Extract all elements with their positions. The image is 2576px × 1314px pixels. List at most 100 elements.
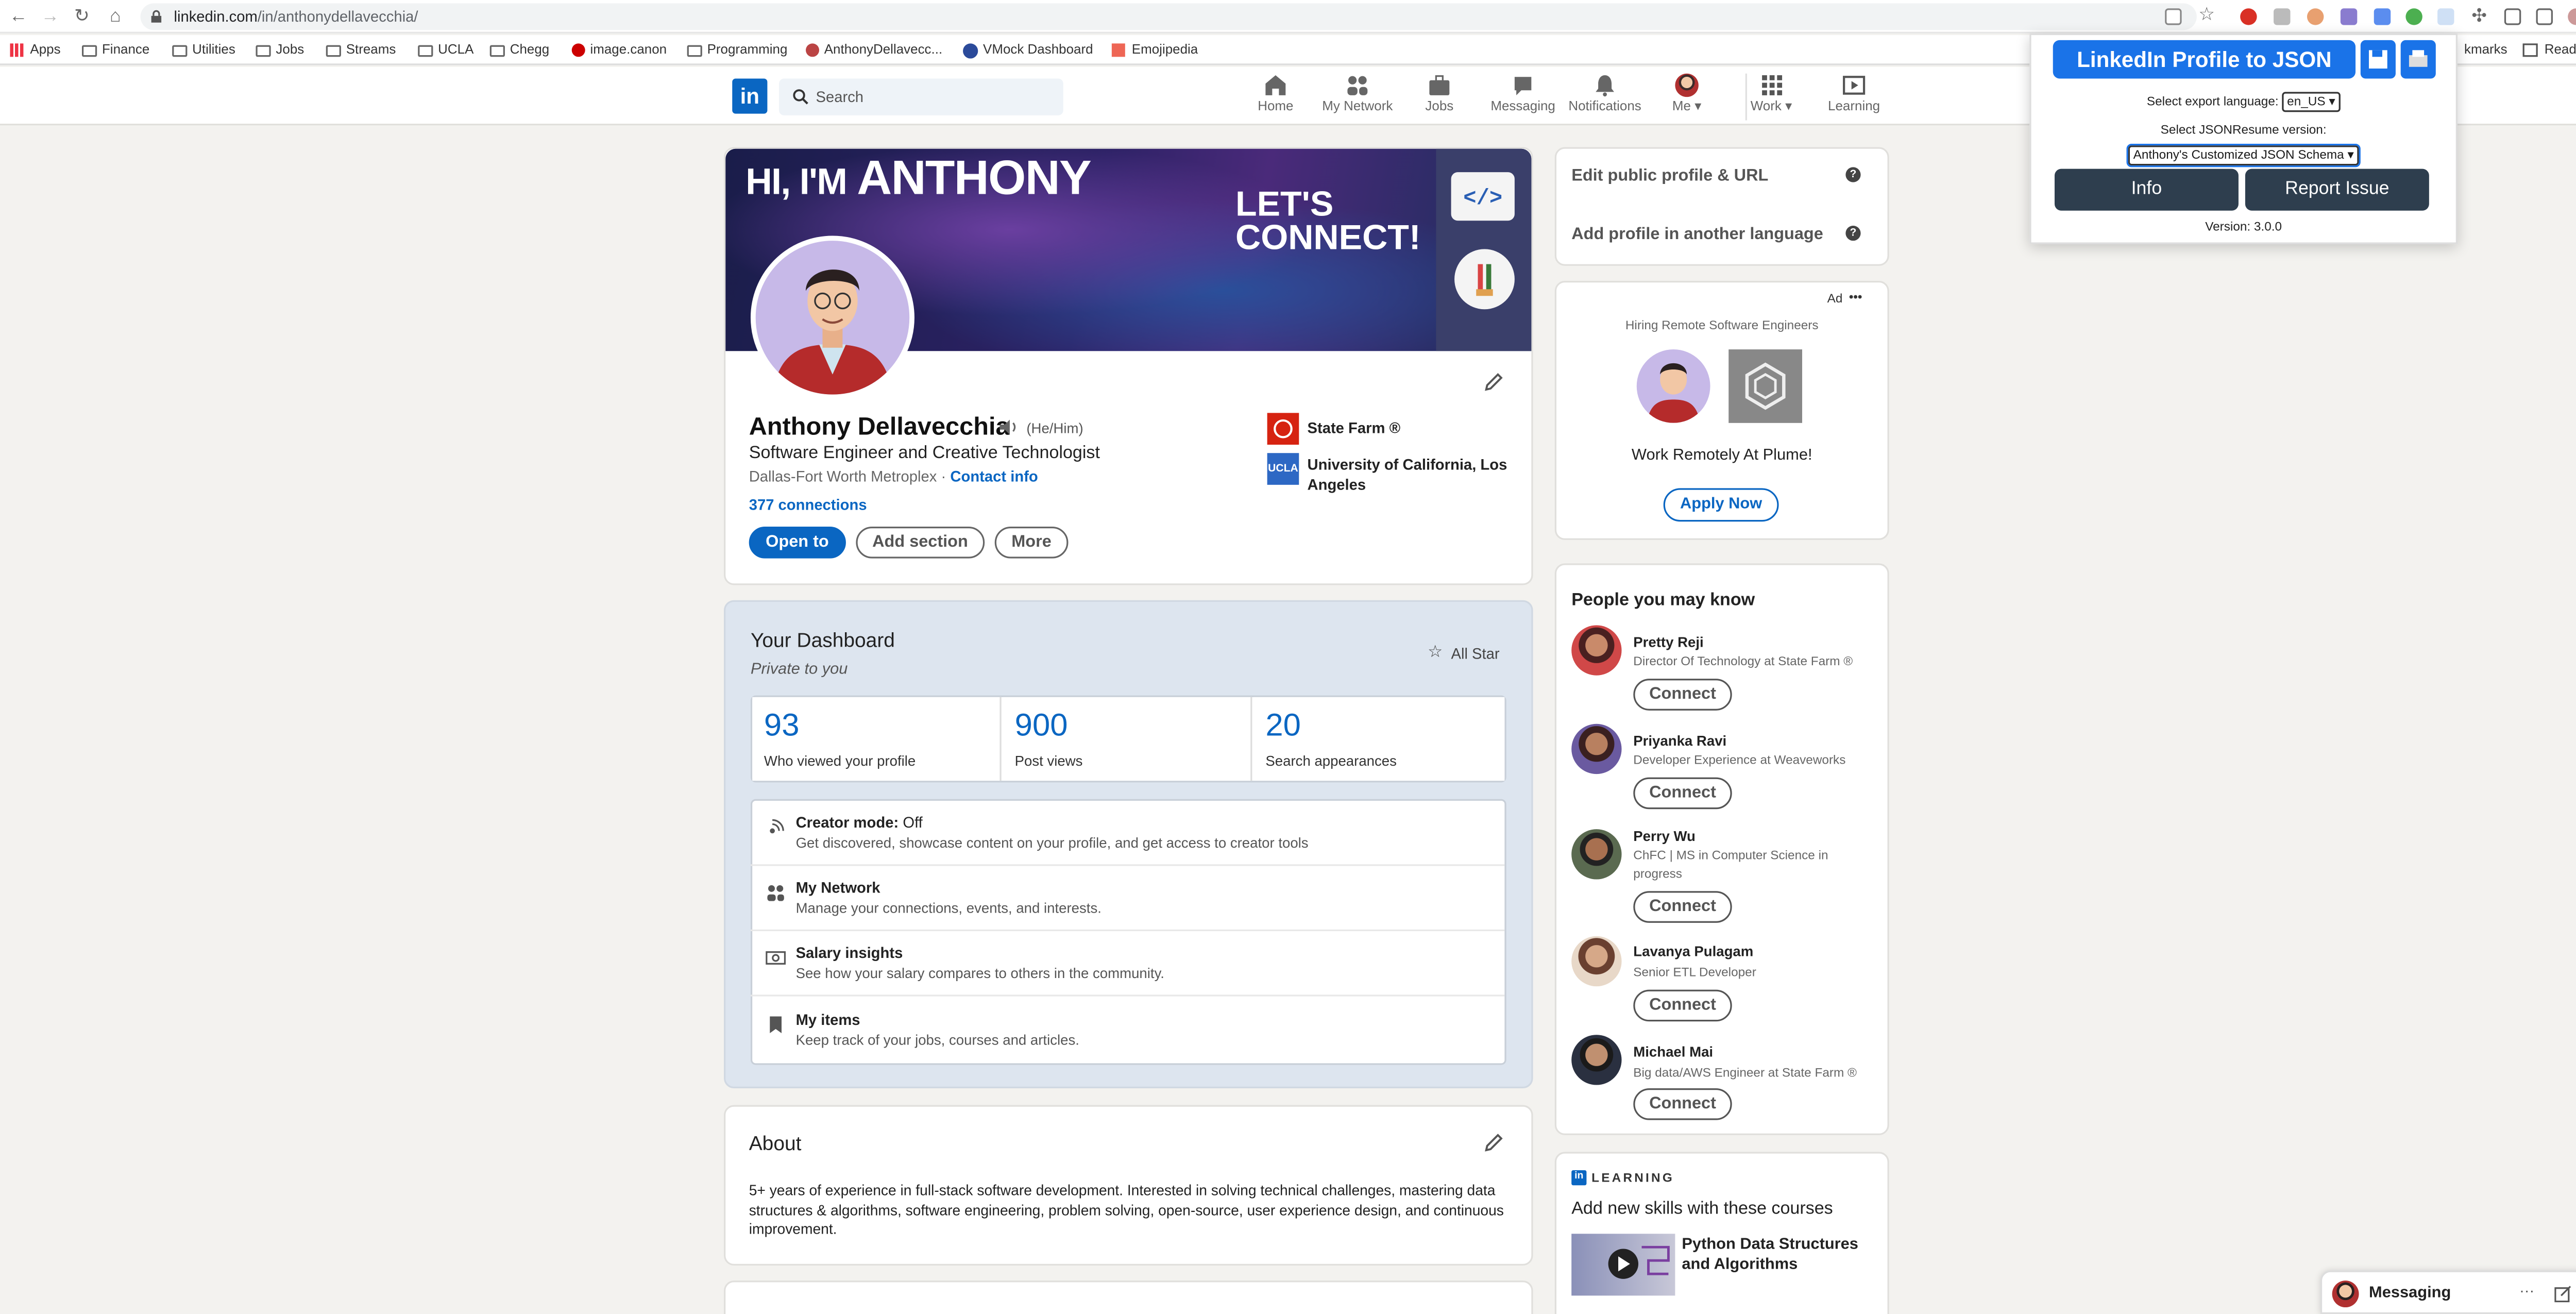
reading-list[interactable]: Reading List [2522, 40, 2576, 60]
connect-button[interactable]: Connect [1633, 1088, 1732, 1120]
connect-button[interactable]: Connect [1633, 989, 1732, 1022]
ad-options-icon[interactable]: ••• [1849, 289, 1862, 304]
avatar[interactable] [1571, 1035, 1622, 1085]
dashboard-subtitle: Private to you [750, 660, 848, 679]
ucla-logo: UCLA [1267, 453, 1299, 485]
avatar[interactable] [1571, 723, 1622, 774]
my-network-row[interactable]: My Network Manage your connections, even… [750, 866, 1505, 932]
creator-mode-row[interactable]: Creator mode: Off Get discovered, showca… [750, 801, 1505, 866]
nav-me[interactable]: Me ▾ [1668, 73, 1705, 121]
address-bar[interactable]: linkedin.com/in/anthonydellavecchia/ [140, 3, 2197, 30]
salary-insights-row[interactable]: Salary insights See how your salary comp… [750, 931, 1505, 997]
banner-heading: HI, I'M ANTHONY [745, 152, 1092, 206]
extension-icon-5[interactable] [2374, 8, 2391, 25]
extension-export-button[interactable]: LinkedIn Profile to JSON [2053, 40, 2356, 79]
profile-photo[interactable] [750, 235, 914, 400]
stat-profile-views[interactable]: 93 Who viewed your profile [752, 697, 1002, 781]
clipboard-icon[interactable] [2400, 40, 2436, 79]
nav-messaging[interactable]: Messaging [1489, 74, 1556, 121]
edit-about-pencil-icon[interactable] [1483, 1132, 1504, 1153]
nav-jobs[interactable]: Jobs [1421, 74, 1458, 121]
bookmark-chegg[interactable]: Chegg [489, 40, 549, 60]
compose-icon[interactable] [2554, 1286, 2571, 1303]
language-select[interactable]: en_US ▾ [2282, 92, 2341, 112]
save-icon[interactable] [2360, 40, 2396, 79]
speaker-icon[interactable] [998, 418, 1020, 436]
bookmark-star-icon[interactable]: ☆ [2195, 3, 2218, 26]
code-icon: </> [1451, 172, 1515, 221]
apply-now-button[interactable]: Apply Now [1663, 488, 1779, 522]
nav-learning[interactable]: Learning [1827, 74, 1881, 121]
connect-button[interactable]: Connect [1633, 891, 1732, 923]
add-section-button[interactable]: Add section [855, 526, 985, 559]
nav-home[interactable]: Home [1256, 74, 1296, 121]
add-language-profile-link[interactable]: Add profile in another language [1571, 226, 1823, 244]
messaging-dock[interactable]: Messaging ··· ⌃ [2320, 1270, 2576, 1314]
stat-search-appearances[interactable]: 20 Search appearances [1253, 697, 1505, 781]
share-icon[interactable] [2165, 8, 2182, 25]
bookmark-anthony[interactable]: AnthonyDellavecc... [806, 40, 942, 60]
broadcast-icon [770, 819, 784, 834]
connect-button[interactable]: Connect [1633, 777, 1732, 810]
forward-icon[interactable]: → [39, 5, 62, 28]
open-to-button[interactable]: Open to [749, 526, 846, 559]
bookmark-streams[interactable]: Streams [326, 40, 396, 60]
extension-icon-1[interactable] [2240, 8, 2257, 25]
extension-icon-2[interactable] [2274, 8, 2291, 25]
linkedin-json-extension-icon[interactable] [2437, 8, 2454, 25]
search-input[interactable]: Search [779, 78, 1063, 115]
bookmark-ucla[interactable]: UCLA [418, 40, 473, 60]
avatar[interactable] [1571, 625, 1622, 676]
folder-icon [418, 44, 433, 56]
help-icon[interactable]: ? [1845, 167, 1861, 182]
nav-notifications[interactable]: Notifications [1566, 74, 1643, 121]
bookmark-image-canon[interactable]: image.canon [571, 40, 667, 60]
other-bookmarks[interactable]: kmarks [2464, 40, 2507, 60]
extension-icon-6[interactable] [2405, 8, 2422, 25]
info-button[interactable]: Info [2054, 169, 2239, 211]
avatar[interactable] [1571, 936, 1622, 987]
edit-intro-pencil-icon[interactable] [1483, 371, 1504, 393]
avatar[interactable] [1571, 829, 1622, 880]
home-icon[interactable]: ⌂ [104, 5, 127, 28]
education-school[interactable]: University of California, Los Angeles [1308, 454, 1517, 495]
cast-icon[interactable] [2504, 8, 2521, 25]
bookmark-apps[interactable]: Apps [10, 40, 61, 60]
current-company[interactable]: State Farm ® [1308, 419, 1401, 436]
linkedin-logo-icon[interactable]: in [732, 78, 768, 114]
nav-my-network[interactable]: My Network [1320, 74, 1394, 121]
search-icon [793, 89, 808, 105]
messaging-more-icon[interactable]: ··· [2519, 1282, 2534, 1299]
reading-list-icon [2522, 43, 2538, 57]
puzzle-icon[interactable]: ✣ [2467, 5, 2490, 28]
linkedin-mini-logo-icon: in [1571, 1170, 1587, 1186]
more-button[interactable]: More [994, 526, 1069, 559]
back-icon[interactable]: ← [7, 5, 30, 28]
help-icon[interactable]: ? [1845, 225, 1861, 241]
bookmark-utilities[interactable]: Utilities [172, 40, 235, 60]
contact-info-link[interactable]: Contact info [950, 468, 1038, 484]
connections-link[interactable]: 377 connections [749, 497, 867, 513]
jsonresume-version-select[interactable]: Anthony's Customized JSON Schema ▾ [2126, 144, 2361, 167]
window-icon[interactable] [2536, 8, 2553, 25]
bookmark-vmock[interactable]: VMock Dashboard [963, 40, 1093, 60]
location: Dallas-Fort Worth Metroplex [749, 468, 937, 485]
bookmark-finance[interactable]: Finance [82, 40, 149, 60]
connect-button[interactable]: Connect [1633, 679, 1732, 711]
nav-work[interactable]: Work ▾ [1745, 73, 1792, 121]
report-issue-button[interactable]: Report Issue [2245, 169, 2429, 211]
ad-label: Ad [1827, 291, 1843, 306]
profile-avatar-icon[interactable] [2568, 8, 2576, 25]
reload-icon[interactable]: ↻ [70, 5, 93, 28]
vmock-icon [963, 42, 978, 58]
bookmark-programming[interactable]: Programming [687, 40, 787, 60]
course-title[interactable]: Python Data Structures and Algorithms [1682, 1236, 1882, 1276]
bookmark-emojipedia[interactable]: Emojipedia [1111, 40, 1198, 60]
my-items-row[interactable]: My items Keep track of your jobs, course… [751, 998, 1504, 1064]
course-thumbnail[interactable] [1571, 1234, 1675, 1296]
edit-public-profile-link[interactable]: Edit public profile & URL [1571, 167, 1768, 186]
stat-post-views[interactable]: 900 Post views [1003, 697, 1252, 781]
bookmark-jobs[interactable]: Jobs [256, 40, 304, 60]
extension-icon-3[interactable] [2307, 8, 2324, 25]
extension-icon-4[interactable] [2340, 8, 2358, 25]
